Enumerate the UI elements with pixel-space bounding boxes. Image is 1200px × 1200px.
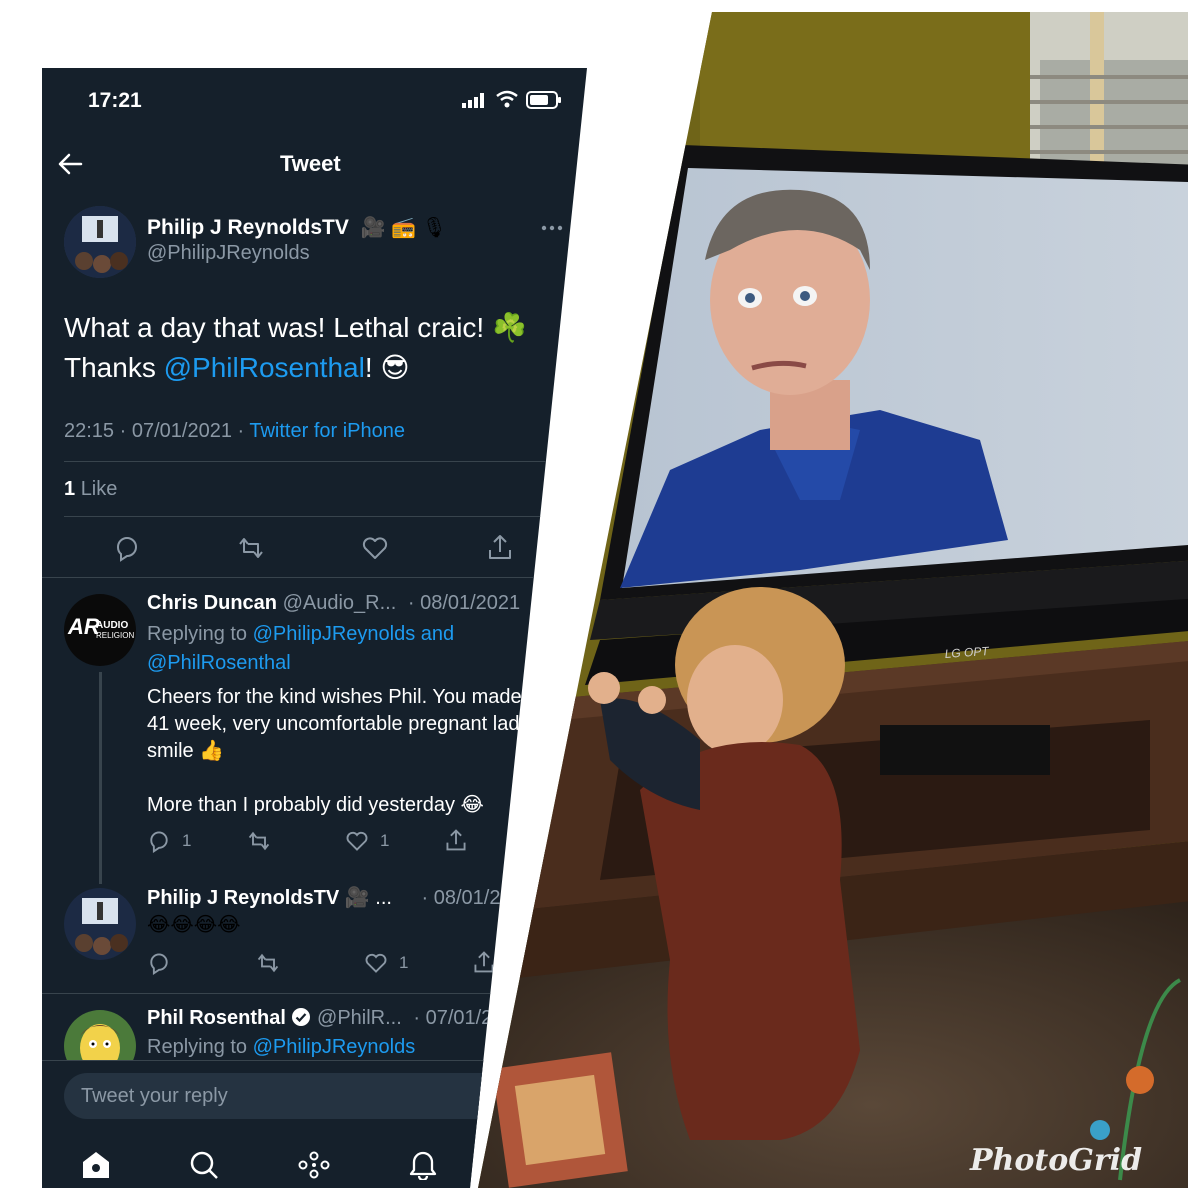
reply-text-line: 41 week, very uncomfortable pregnant lad…: [147, 713, 530, 735]
reply-author-handle[interactable]: @Audio_R...: [283, 592, 397, 614]
reply-icon[interactable]: [147, 951, 171, 975]
battery-icon: [526, 91, 562, 109]
tweet-text-line1: What a day that was! Lethal craic! ☘️: [64, 312, 527, 343]
reply-author-name[interactable]: Chris Duncan: [147, 592, 277, 614]
reply-icon[interactable]: [113, 534, 141, 562]
photogrid-watermark: PhotoGrid: [969, 1143, 1142, 1178]
avatar-text-bottom: RELIGION: [96, 631, 135, 640]
tweet-source-link[interactable]: Twitter for iPhone: [249, 420, 405, 442]
author-handle[interactable]: @PhilipJReynolds: [147, 242, 310, 265]
reply-input-placeholder: Tweet your reply: [81, 1085, 228, 1107]
avatar-text-top: AUDIO: [96, 620, 129, 631]
tweet-date: 07/01/2021: [131, 420, 232, 442]
like-icon[interactable]: [345, 829, 369, 853]
reply-author-name[interactable]: Philip J ReynoldsTV: [147, 887, 339, 909]
replying-to-link[interactable]: @PhilipJReynolds: [253, 1036, 416, 1058]
divider: [64, 516, 564, 517]
reply-name-emojis: 🎥 ...: [344, 887, 392, 909]
author-name[interactable]: Philip J ReynoldsTV: [147, 216, 349, 239]
reply-avatar-audio-religion[interactable]: AR AUDIO RELIGION: [64, 594, 136, 666]
notifications-bell-icon[interactable]: [408, 1148, 438, 1180]
reply-header: Philip J ReynoldsTV 🎥 ... · 08/01/2021: [147, 885, 534, 910]
reply-text: Cheers for the kind wishes Phil. You mad…: [147, 684, 538, 819]
tweet-text-suffix: ! 😎: [364, 352, 410, 383]
reply-text-line: Cheers for the kind wishes Phil. You mad…: [147, 686, 539, 708]
window-blinds: [1030, 12, 1188, 172]
replying-to-label: Replying to: [147, 623, 248, 645]
like-count: 1: [399, 953, 409, 972]
reply-text-line: smile 👍: [147, 740, 225, 762]
avatar-monogram: AR: [68, 614, 100, 639]
likes-summary[interactable]: 1 Like: [64, 478, 117, 501]
tweet-time: 22:15: [64, 420, 115, 442]
more-options-icon[interactable]: [540, 224, 564, 232]
reply-text-line: More than I probably did yesterday 😂: [147, 794, 484, 816]
tweet-text-prefix: Thanks: [64, 352, 164, 383]
thread-line: [99, 672, 102, 884]
divider: [42, 577, 587, 578]
author-avatar[interactable]: [64, 206, 136, 278]
share-icon[interactable]: [472, 949, 496, 975]
reply-header: Phil Rosenthal @PhilR... · 07/01/2021: [147, 1007, 526, 1030]
divider: [64, 461, 564, 462]
reply-avatar-philip[interactable]: [64, 888, 136, 960]
signal-icon: [462, 92, 486, 108]
share-icon[interactable]: [486, 532, 514, 562]
like-icon[interactable]: [361, 534, 389, 562]
replying-to-link[interactable]: @PhilRosenthal: [147, 649, 454, 678]
mention-link[interactable]: @PhilRosenthal: [164, 352, 365, 383]
likes-count: 1: [64, 478, 76, 500]
likes-label: Like: [80, 478, 118, 500]
header-title: Tweet: [280, 151, 341, 176]
retweet-icon[interactable]: [255, 951, 281, 975]
like-count: 1: [380, 831, 390, 850]
share-icon[interactable]: [444, 827, 468, 853]
tweet-metadata: 22:15 · 07/01/2021 · Twitter for iPhone: [64, 420, 405, 442]
replying-to: Replying to @PhilipJReynolds and @PhilRo…: [147, 620, 454, 678]
reply-author-name[interactable]: Phil Rosenthal: [147, 1007, 286, 1029]
tweet-text: What a day that was! Lethal craic! ☘️ Th…: [64, 308, 527, 388]
reply-author-handle[interactable]: @PhilR...: [317, 1007, 402, 1029]
reply-date: · 08/01/2021: [407, 592, 521, 614]
reply-icon[interactable]: [147, 829, 171, 853]
status-time: 17:21: [88, 89, 142, 112]
spaces-icon[interactable]: [298, 1150, 330, 1180]
wifi-icon: [495, 90, 519, 108]
replying-to-link[interactable]: @PhilipJReynolds and: [253, 623, 455, 645]
reply-header: Chris Duncan @Audio_R... · 08/01/2021: [147, 592, 520, 615]
like-icon[interactable]: [364, 951, 388, 975]
back-arrow-icon[interactable]: [57, 152, 83, 176]
home-icon[interactable]: [80, 1150, 112, 1180]
search-icon[interactable]: [189, 1150, 219, 1180]
author-name-emojis: 🎥 📻 🎙: [360, 217, 448, 239]
reply-count: 1: [182, 831, 192, 850]
retweet-icon[interactable]: [236, 534, 266, 562]
reply-text: 😂😂😂😂: [147, 914, 241, 936]
retweet-icon[interactable]: [246, 829, 272, 853]
verified-badge-icon: [291, 1007, 311, 1027]
replying-to: Replying to @PhilipJReynolds: [147, 1036, 415, 1059]
replying-to-label: Replying to: [147, 1036, 248, 1058]
